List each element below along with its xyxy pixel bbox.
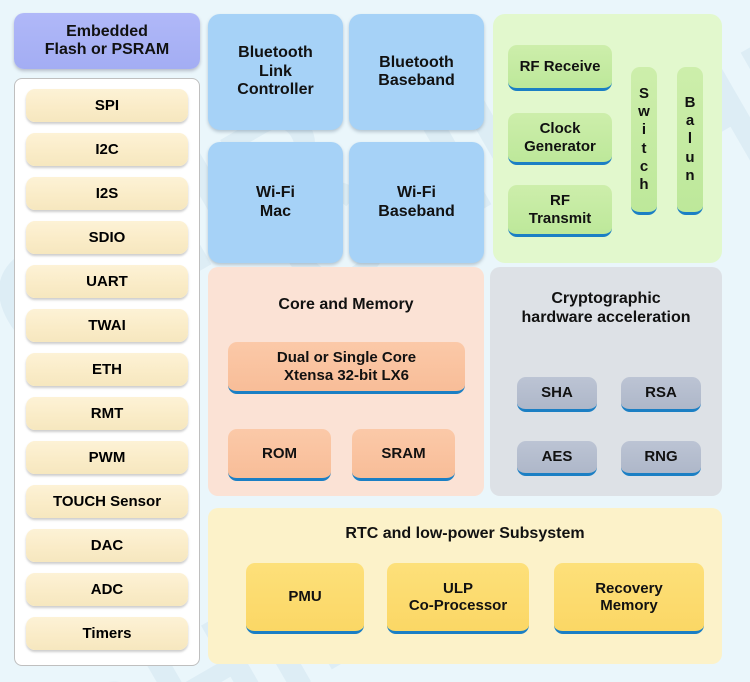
- vertical-letter: S: [638, 84, 649, 102]
- wifi-baseband-block: Wi-Fi Baseband: [349, 142, 484, 263]
- rf-receive-block: RF Receive: [508, 45, 612, 91]
- embedded-flash-psram-line1: Embedded: [66, 22, 148, 40]
- peripheral-item-spi: SPI: [26, 89, 188, 122]
- crypto-title: Cryptographic hardware acceleration: [490, 289, 722, 327]
- peripheral-item-i2s: I2S: [26, 177, 188, 210]
- vertical-letter: u: [685, 148, 695, 166]
- peripheral-item-twai: TWAI: [26, 309, 188, 342]
- clock-generator-block: Clock Generator: [508, 113, 612, 165]
- rf-transmit-block: RF Transmit: [508, 185, 612, 237]
- recovery-memory-line2: Memory: [600, 597, 658, 614]
- rf-switch-block: Switch: [631, 67, 657, 215]
- wifi-baseband-line2: Baseband: [378, 202, 455, 220]
- pmu-line1: PMU: [288, 588, 322, 606]
- ulp-coprocessor-line1: ULP: [443, 579, 473, 597]
- vertical-letter: c: [639, 157, 649, 175]
- recovery-memory-block: Recovery Memory: [554, 563, 704, 634]
- peripheral-item-dac: DAC: [26, 529, 188, 562]
- bluetooth-link-controller-block: Bluetooth Link Controller: [208, 14, 343, 130]
- peripheral-item-adc: ADC: [26, 573, 188, 606]
- bluetooth-baseband-block: Bluetooth Baseband: [349, 14, 484, 130]
- rf-transmit-line2: Transmit: [528, 209, 592, 227]
- core-and-memory-title: Core and Memory: [278, 296, 414, 313]
- vertical-letter: a: [685, 112, 695, 130]
- bluetooth-link-controller-line1: Bluetooth: [238, 44, 313, 62]
- wifi-mac-line1: Wi-Fi: [256, 184, 295, 202]
- bluetooth-link-controller-line3: Controller: [237, 81, 314, 99]
- cpu-core-line1: Dual or Single Core: [276, 349, 417, 367]
- rsa-block: RSA: [621, 377, 701, 412]
- rom-block: ROM: [228, 429, 331, 481]
- bluetooth-link-controller-line2: Link: [259, 62, 292, 80]
- peripheral-item-eth: ETH: [26, 353, 188, 386]
- wifi-baseband-line1: Wi-Fi: [397, 184, 436, 202]
- clock-generator-line1: Clock: [539, 120, 581, 138]
- cpu-core-block: Dual or Single Core Xtensa 32-bit LX6: [228, 342, 465, 394]
- vertical-letter: h: [639, 176, 649, 194]
- crypto-title-line2: hardware acceleration: [521, 309, 691, 327]
- rng-block: RNG: [621, 441, 701, 476]
- peripheral-item-rmt: RMT: [26, 397, 188, 430]
- peripheral-item-sdio: SDIO: [26, 221, 188, 254]
- rf-transmit-line1: RF: [550, 192, 570, 210]
- clock-generator-line2: Generator: [524, 137, 596, 155]
- wifi-mac-line2: Mac: [259, 202, 292, 220]
- recovery-memory-line1: Recovery: [595, 579, 663, 597]
- wifi-mac-block: Wi-Fi Mac: [208, 142, 343, 263]
- peripheral-item-timers: Timers: [26, 617, 188, 650]
- vertical-letter: n: [685, 166, 695, 184]
- ulp-coprocessor-line2: Co-Processor: [408, 597, 508, 614]
- ulp-coprocessor-block: ULP Co-Processor: [387, 563, 529, 634]
- embedded-flash-psram-block: Embedded Flash or PSRAM: [14, 13, 200, 69]
- vertical-letter: i: [641, 121, 647, 139]
- rf-balun-block: Balun: [677, 67, 703, 215]
- vertical-letter: w: [638, 102, 650, 120]
- embedded-flash-psram-line2: Flash or PSRAM: [44, 41, 170, 58]
- peripheral-item-uart: UART: [26, 265, 188, 298]
- crypto-title-line1: Cryptographic: [551, 290, 661, 307]
- sha-block: SHA: [517, 377, 597, 412]
- vertical-letter: t: [641, 139, 647, 157]
- vertical-letter: B: [684, 93, 696, 111]
- sram-block: SRAM: [352, 429, 455, 481]
- bluetooth-baseband-line2: Baseband: [378, 72, 455, 89]
- bluetooth-baseband-line1: Bluetooth: [379, 53, 454, 71]
- vertical-letter: l: [687, 130, 693, 148]
- peripheral-item-touch-sensor: TOUCH Sensor: [26, 485, 188, 518]
- soc-block-diagram: Embedded Flash or PSRAM SPI I2C I2S SDIO UAR…: [0, 0, 750, 682]
- rtc-subsystem-title: RTC and low-power Subsystem: [345, 525, 585, 542]
- cpu-core-line2: Xtensa 32-bit LX6: [283, 366, 410, 384]
- pmu-block: PMU: [246, 563, 364, 634]
- peripheral-item-i2c: I2C: [26, 133, 188, 166]
- rf-receive-line1: RF Receive: [519, 57, 601, 75]
- peripheral-item-pwm: PWM: [26, 441, 188, 474]
- aes-block: AES: [517, 441, 597, 476]
